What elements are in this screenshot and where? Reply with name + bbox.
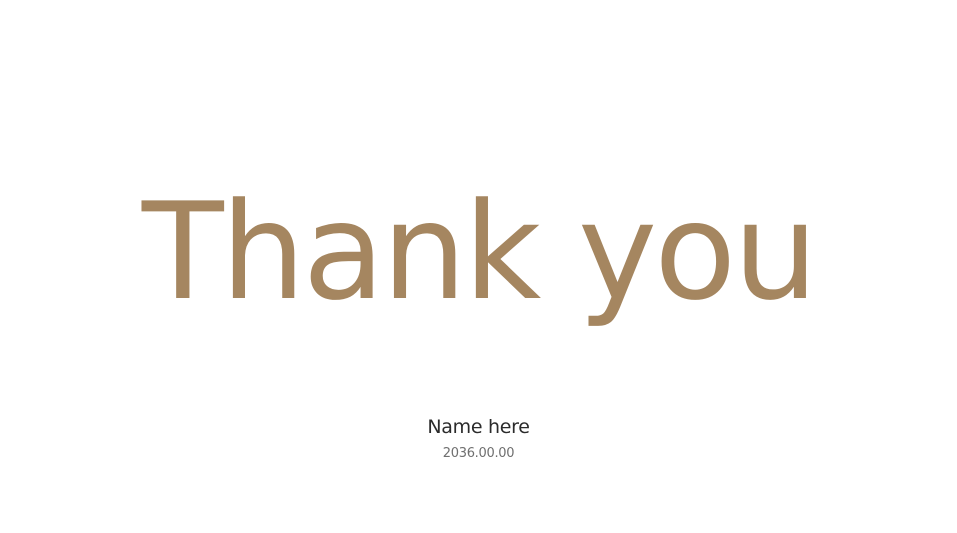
slide-title: Thank you bbox=[141, 174, 818, 330]
slide-canvas: Thank you Name here 2036.00.00 bbox=[0, 0, 957, 533]
presentation-date: 2036.00.00 bbox=[442, 446, 515, 461]
presenter-name: Name here bbox=[427, 416, 530, 438]
